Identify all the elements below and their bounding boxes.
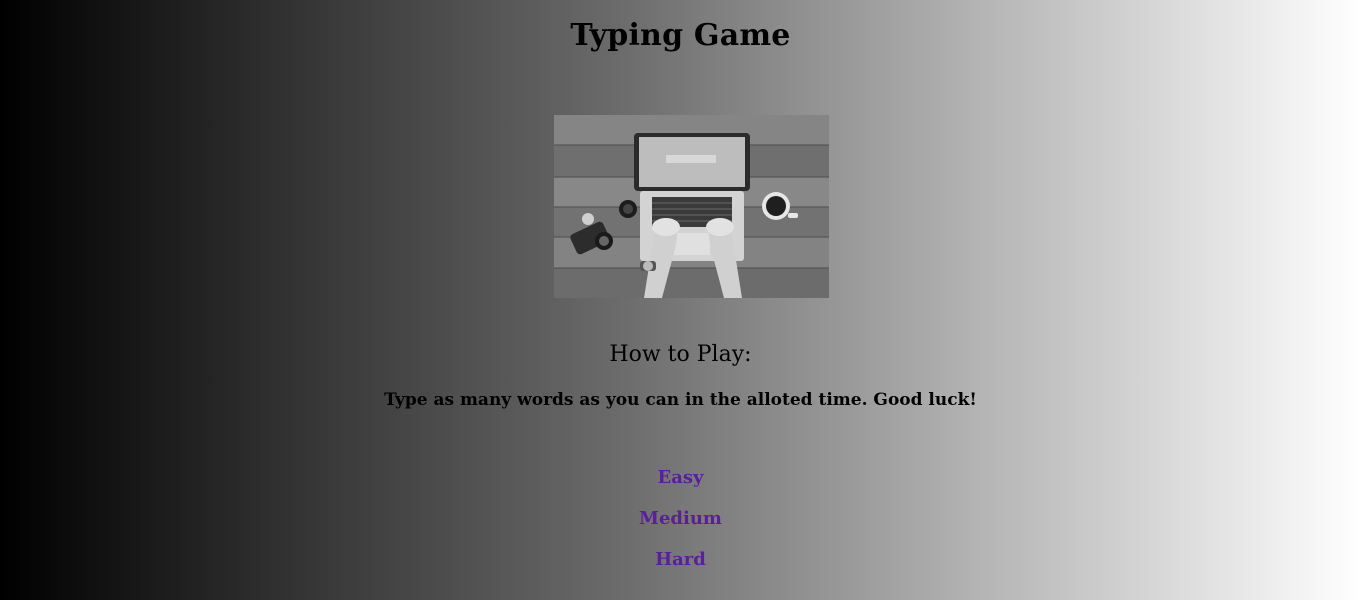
medium-level-link[interactable]: Medium xyxy=(621,507,741,530)
page-title: Typing Game xyxy=(570,18,791,53)
difficulty-menu: Easy Medium Hard xyxy=(0,466,1361,589)
how-to-play-heading: How to Play: xyxy=(609,342,752,367)
instructions-text: Type as many words as you can in the all… xyxy=(384,390,977,410)
easy-level-link[interactable]: Easy xyxy=(621,466,741,489)
hero-image xyxy=(554,115,829,298)
start-screen: Typing Game How to Play: Type as many wo… xyxy=(0,0,1361,600)
hard-level-link[interactable]: Hard xyxy=(621,548,741,571)
